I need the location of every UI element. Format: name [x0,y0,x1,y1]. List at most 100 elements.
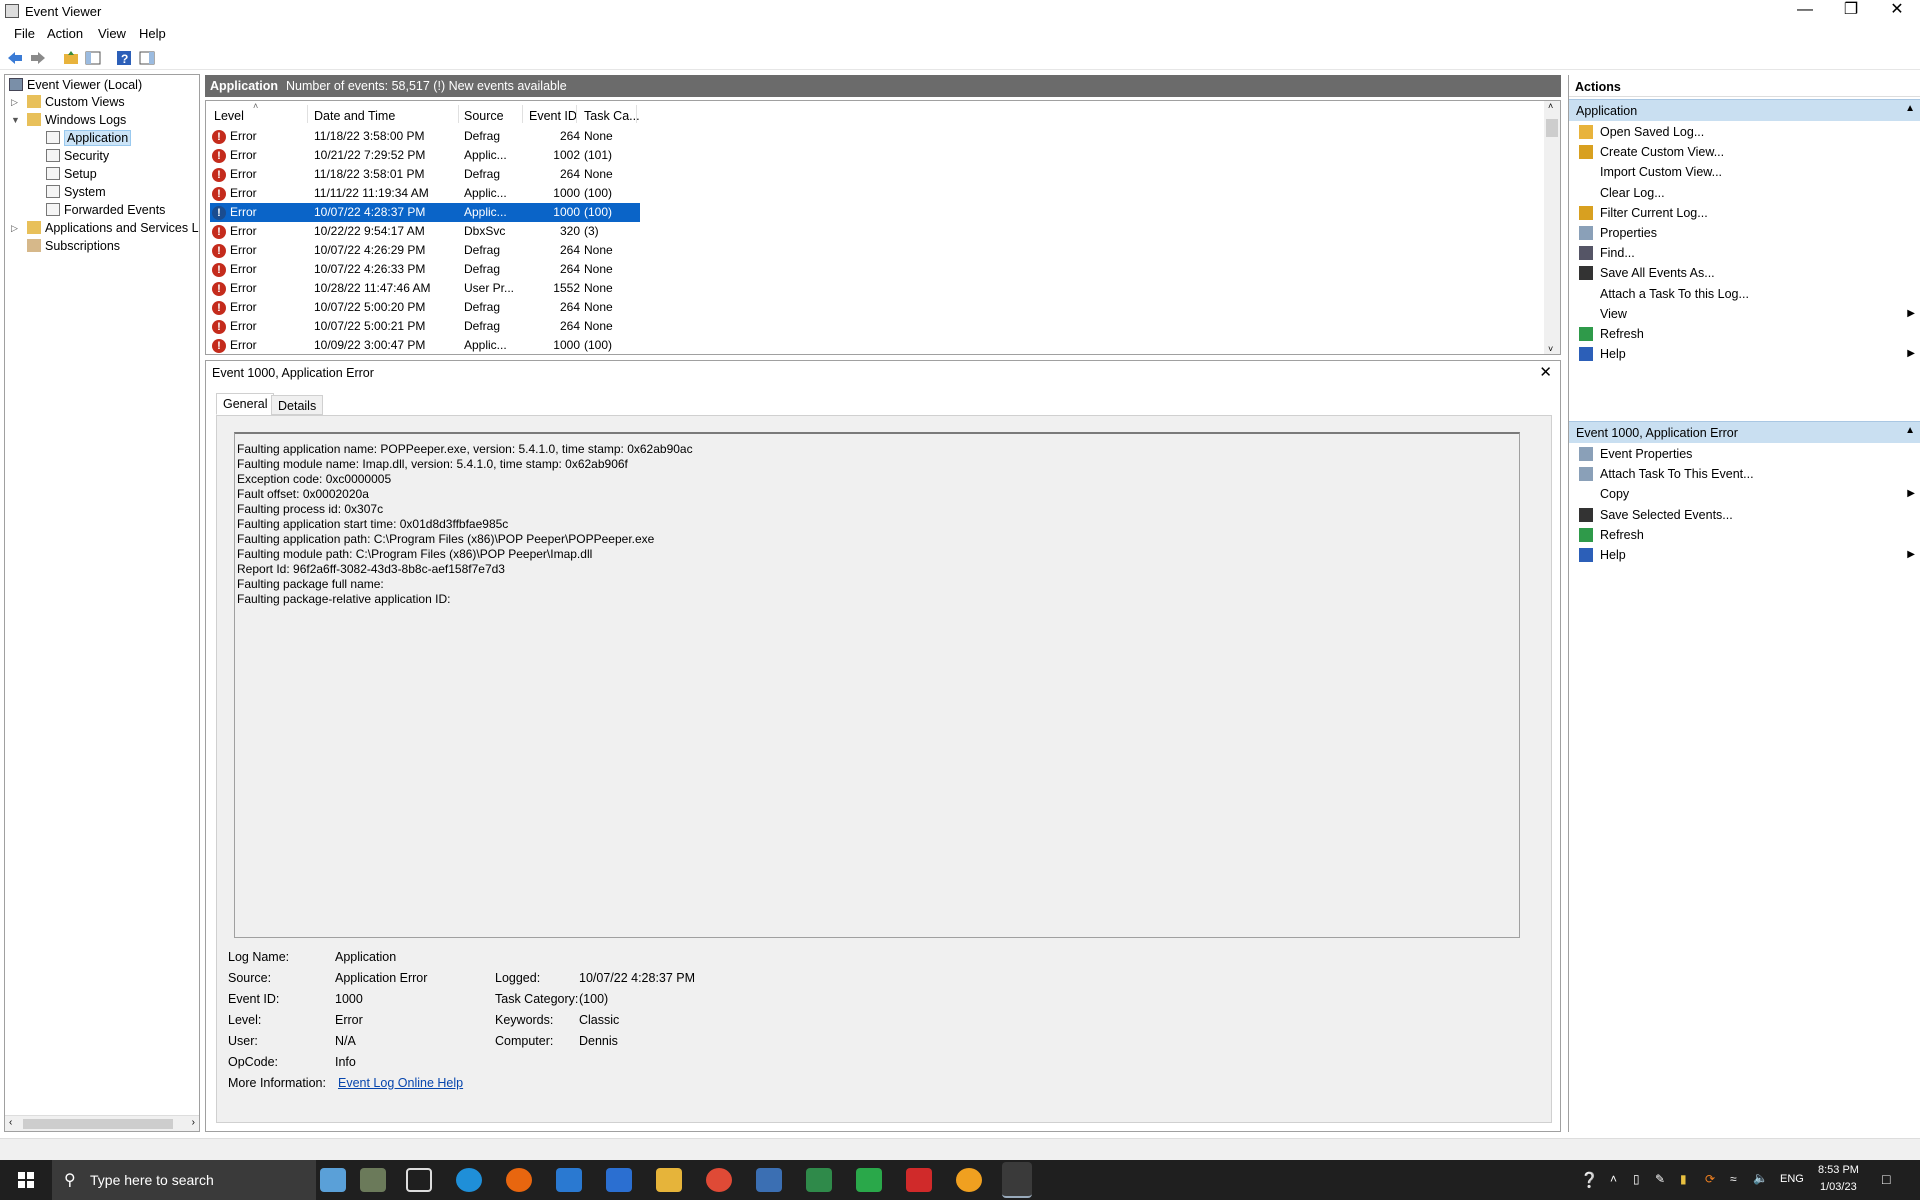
event-log-online-help-link[interactable]: Event Log Online Help [338,1076,463,1090]
menu-view[interactable]: View [98,26,126,41]
weather-icon[interactable] [956,1168,982,1192]
chevron-right-icon[interactable]: ▷ [11,97,18,108]
notification-icon[interactable]: □ [1882,1171,1890,1187]
task-view-icon[interactable] [406,1168,432,1192]
table-row[interactable]: ! Error 10/07/22 5:00:21 PM Defrag 264 None [210,317,640,336]
table-row[interactable]: ! Error 10/21/22 7:29:52 PM Applic... 1002 (1… [210,146,640,165]
wifi-tray-icon[interactable]: ≈ [1730,1172,1737,1186]
menu-file[interactable]: File [14,26,35,41]
pen-tray-icon[interactable]: ✎ [1655,1172,1665,1186]
tree-horizontal-scrollbar[interactable]: ‹ › [5,1115,199,1131]
mail-icon[interactable] [756,1168,782,1192]
tree-item-forwarded-events[interactable]: Forwarded Events [46,202,165,219]
column-separator[interactable] [458,105,459,123]
action-item[interactable]: Refresh [1569,324,1920,344]
column-separator[interactable] [576,105,577,123]
table-row[interactable]: ! Error 11/11/22 11:19:34 AM Applic... 1000 (… [210,184,640,203]
collapse-up-icon[interactable]: ▲ [1905,103,1915,114]
tree-item-system[interactable]: System [46,184,106,201]
column-header-level[interactable]: Level [214,109,244,123]
column-separator[interactable] [522,105,523,123]
close-detail-icon[interactable]: ✕ [1539,363,1552,381]
scroll-thumb[interactable] [1546,119,1558,137]
action-item[interactable]: Clear Log... [1569,183,1920,203]
collapse-up-icon[interactable]: ▲ [1905,425,1915,436]
usb-tray-icon[interactable]: ▯ [1633,1172,1640,1186]
tree-item-root[interactable]: Event Viewer (Local) [9,77,142,94]
back-arrow-icon[interactable] [6,49,24,67]
widgets-icon[interactable] [320,1168,346,1192]
table-row[interactable]: ! Error 10/07/22 4:26:33 PM Defrag 264 None [210,260,640,279]
help-tray-icon[interactable]: ❔ [1580,1171,1599,1189]
column-header-datetime[interactable]: Date and Time [314,109,395,123]
battery-tray-icon[interactable]: ▮ [1680,1172,1687,1186]
scroll-left-icon[interactable]: ‹ [9,1117,12,1128]
menu-help[interactable]: Help [139,26,166,41]
column-header-task[interactable]: Task Ca... [584,109,640,123]
tab-general[interactable]: General [216,393,275,415]
action-item[interactable]: Filter Current Log... [1569,203,1920,223]
scroll-right-icon[interactable]: › [192,1117,195,1128]
clock-time[interactable]: 8:53 PM [1818,1164,1859,1176]
chevron-right-icon[interactable]: ▷ [11,223,18,234]
table-row[interactable]: ! Error 10/22/22 9:54:17 AM DbxSvc 320 (3) [210,222,640,241]
tree-item-custom-views[interactable]: Custom Views [27,94,125,111]
internet-explorer-icon[interactable] [556,1168,582,1192]
taskbar-search-box[interactable]: ⚲ Type here to search [52,1160,316,1200]
table-row[interactable]: ! Error 10/07/22 4:26:29 PM Defrag 264 None [210,241,640,260]
clock-date[interactable]: 1/03/23 [1820,1181,1857,1193]
table-row[interactable]: ! Error 10/28/22 11:47:46 AM User Pr... 1552… [210,279,640,298]
file-explorer-icon[interactable] [656,1168,682,1192]
action-item[interactable]: Refresh [1569,525,1920,545]
windows-start-icon[interactable] [0,1160,52,1200]
action-item[interactable]: Create Custom View... [1569,142,1920,162]
chevron-down-icon[interactable]: ▼ [11,115,20,125]
tab-details[interactable]: Details [271,395,324,415]
tree-item-subscriptions[interactable]: Subscriptions [27,238,120,255]
tree-item-application[interactable]: Application [46,130,132,147]
minimize-button[interactable]: — [1782,0,1828,22]
action-item[interactable]: Find... [1569,243,1920,263]
event-viewer-taskbar-icon[interactable] [1002,1162,1032,1198]
calculator-icon[interactable] [806,1168,832,1192]
folder-up-icon[interactable] [62,49,80,67]
store-icon[interactable] [606,1168,632,1192]
menu-action[interactable]: Action [47,26,83,41]
table-row[interactable]: ! Error 11/18/22 3:58:01 PM Defrag 264 None [210,165,640,184]
landscape-widget-icon[interactable] [360,1168,386,1192]
show-hide-tree-icon[interactable] [84,49,102,67]
volume-tray-icon[interactable]: 🔈 [1753,1171,1768,1185]
action-item[interactable]: Save Selected Events... [1569,505,1920,525]
chrome-icon[interactable] [706,1168,732,1192]
p-app-icon[interactable] [856,1168,882,1192]
chevron-up-icon[interactable]: ˄ [1610,1172,1617,1186]
edge-browser-icon[interactable] [456,1168,482,1192]
language-indicator[interactable]: ENG [1780,1173,1804,1185]
column-header-source[interactable]: Source [464,109,504,123]
action-item[interactable]: Attach Task To This Event... [1569,464,1920,484]
sync-tray-icon[interactable]: ⟳ [1705,1172,1715,1186]
help-icon[interactable]: ? [115,49,133,67]
scroll-up-icon[interactable]: ˄ [1548,101,1553,111]
column-separator[interactable] [307,105,308,123]
scroll-down-icon[interactable]: ˅ [1548,344,1553,354]
table-row[interactable]: ! Error 10/07/22 4:28:37 PM Applic... 1000 (1… [210,203,640,222]
action-item[interactable]: View ▶ [1569,304,1920,324]
tree-item-security[interactable]: Security [46,148,109,165]
action-item[interactable]: Save All Events As... [1569,263,1920,283]
forward-arrow-icon[interactable] [29,49,47,67]
show-hide-action-pane-icon[interactable] [138,49,156,67]
table-row[interactable]: ! Error 11/18/22 3:58:00 PM Defrag 264 None [210,127,640,146]
table-row[interactable]: ! Error 10/09/22 3:00:47 PM Applic... 1000 (1… [210,336,640,354]
scroll-thumb[interactable] [23,1119,173,1129]
event-description[interactable]: Faulting application name: POPPeeper.exe… [234,432,1520,938]
actions-group-application[interactable]: Application ▲ [1569,99,1920,121]
action-item[interactable]: Copy ▶ [1569,484,1920,504]
tree-item-windows-logs[interactable]: Windows Logs [27,112,126,129]
action-item[interactable]: Open Saved Log... [1569,122,1920,142]
tree-item-app-services[interactable]: Applications and Services Lo [27,220,199,237]
close-button[interactable]: ✕ [1874,0,1920,22]
action-item[interactable]: Help ▶ [1569,344,1920,364]
restore-button[interactable]: ❐ [1828,0,1874,22]
column-separator[interactable] [636,105,637,123]
